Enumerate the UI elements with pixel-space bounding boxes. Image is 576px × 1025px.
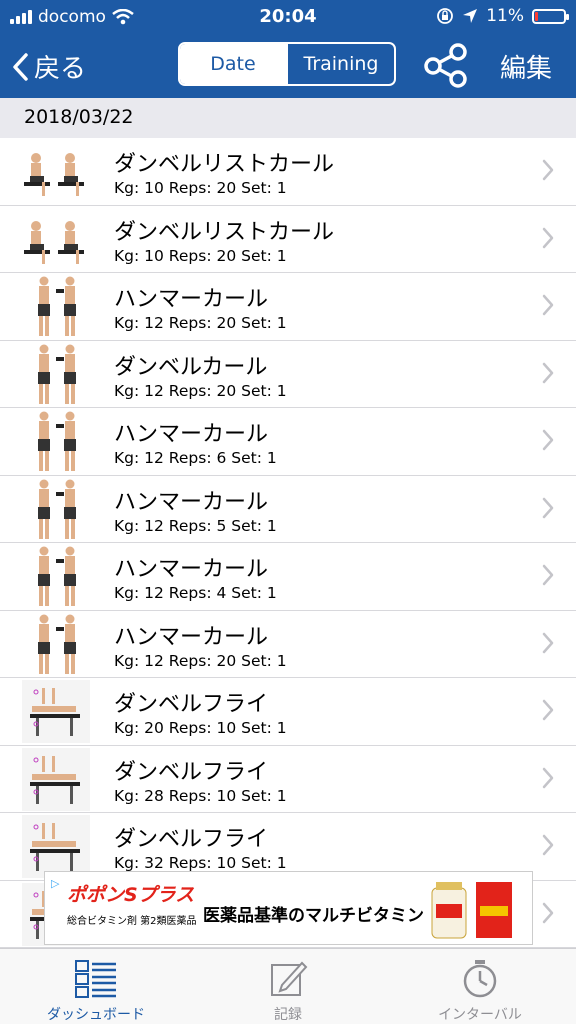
battery-icon — [532, 8, 569, 24]
chevron-right-icon — [542, 497, 554, 518]
view-segmented-control: Date Training — [178, 42, 396, 86]
exercise-name: ハンマーカール — [114, 624, 269, 650]
exercise-row[interactable]: ダンベルフライ Kg: 20 Reps: 10 Set: 1 — [0, 678, 576, 746]
exercise-detail: Kg: 12 Reps: 6 Set: 1 — [114, 449, 277, 467]
exercise-detail: Kg: 32 Reps: 10 Set: 1 — [114, 854, 287, 872]
share-icon[interactable] — [420, 39, 472, 91]
exercise-detail: Kg: 20 Reps: 10 Set: 1 — [114, 719, 287, 737]
tab-record[interactable]: 記録 — [192, 949, 384, 1025]
exercise-name: ハンマーカール — [114, 287, 269, 312]
exercise-row[interactable]: ハンマーカール Kg: 12 Reps: 20 Set: 1 — [0, 611, 576, 678]
exercise-row[interactable]: ダンベルリストカール Kg: 10 Reps: 20 Set: 1 — [0, 206, 576, 273]
exercise-name: ダンベルフライ — [114, 692, 269, 717]
chevron-right-icon — [542, 429, 554, 451]
date-section-header: 2018/03/22 — [0, 98, 576, 138]
exercise-thumbnail — [38, 479, 76, 539]
section-date: 2018/03/22 — [24, 106, 134, 128]
stopwatch-icon — [463, 960, 497, 998]
chevron-right-icon — [542, 564, 554, 586]
chevron-left-icon — [13, 52, 28, 81]
chevron-right-icon — [542, 902, 554, 923]
ad-subtitle: 総合ビタミン剤 第2類医薬品 — [67, 916, 197, 927]
exercise-name: ハンマーカール — [114, 557, 269, 582]
exercise-list: ダンベルリストカール Kg: 10 Reps: 20 Set: 1 ダンベルリスト… — [0, 138, 576, 948]
dashboard-icon — [75, 960, 116, 998]
chevron-right-icon — [542, 227, 554, 248]
exercise-thumbnail — [24, 153, 84, 196]
tab-interval-label: インターバル — [438, 1007, 522, 1023]
back-label: 戻る — [34, 54, 87, 84]
exercise-row[interactable]: ハンマーカール Kg: 12 Reps: 6 Set: 1 — [0, 408, 576, 476]
exercise-row[interactable]: ハンマーカール Kg: 12 Reps: 20 Set: 1 — [0, 273, 576, 341]
exercise-name: ダンベルリストカール — [114, 219, 335, 245]
exercise-row[interactable]: ハンマーカール Kg: 12 Reps: 4 Set: 1 — [0, 543, 576, 611]
nav-row: 戻る Date Training 編集 — [0, 34, 576, 98]
segment-date[interactable]: Date — [180, 44, 286, 84]
exercise-row[interactable]: ハンマーカール Kg: 12 Reps: 5 Set: 1 — [0, 476, 576, 543]
chevron-right-icon — [542, 834, 554, 856]
exercise-detail: Kg: 12 Reps: 20 Set: 1 — [114, 314, 287, 332]
advertisement-banner[interactable]: ▷ ポポンSプラス 総合ビタミン剤 第2類医薬品 医薬品基準のマルチビタミン — [44, 871, 533, 945]
exercise-thumbnail — [22, 680, 90, 743]
exercise-name: ダンベルフライ — [114, 827, 269, 852]
edit-record-icon — [271, 961, 308, 996]
location-icon — [463, 9, 478, 23]
exercise-name: ダンベルカール — [114, 354, 268, 380]
tab-dashboard-label: ダッシュボード — [47, 1007, 145, 1023]
exercise-name: ハンマーカール — [114, 422, 269, 447]
rotation-lock-icon — [437, 8, 454, 24]
chevron-right-icon — [542, 362, 554, 383]
exercise-name: ダンベルリストカール — [114, 152, 335, 177]
ad-brand: ポポンSプラス — [67, 884, 195, 906]
chevron-right-icon — [542, 159, 554, 181]
vitamin-bottle-image — [431, 882, 512, 939]
exercise-detail: Kg: 10 Reps: 20 Set: 1 — [114, 179, 287, 197]
exercise-name: ハンマーカール — [114, 489, 269, 515]
exercise-thumbnail — [22, 747, 90, 811]
exercise-detail: Kg: 12 Reps: 20 Set: 1 — [114, 381, 287, 400]
chevron-right-icon — [542, 699, 554, 721]
ad-choices-icon[interactable]: ▷ — [51, 877, 59, 890]
chevron-right-icon — [542, 767, 554, 788]
exercise-name: ダンベルフライ — [114, 759, 269, 785]
exercise-detail: Kg: 10 Reps: 20 Set: 1 — [114, 246, 287, 265]
exercise-row[interactable]: ダンベルフライ Kg: 28 Reps: 10 Set: 1 — [0, 746, 576, 813]
tab-record-label: 記録 — [274, 1007, 302, 1023]
edit-button[interactable]: 編集 — [500, 48, 552, 85]
exercise-thumbnail — [38, 344, 76, 404]
exercise-thumbnail — [38, 614, 76, 674]
navigation-bar: docomo 20:04 11% 戻る Date Training 編集 — [0, 0, 576, 98]
ad-tagline: 医薬品基準のマルチビタミン — [203, 906, 424, 926]
chevron-right-icon — [542, 294, 554, 316]
status-bar: docomo 20:04 11% — [0, 0, 576, 34]
exercise-row[interactable]: ダンベルカール Kg: 12 Reps: 20 Set: 1 — [0, 341, 576, 408]
exercise-detail: Kg: 12 Reps: 4 Set: 1 — [114, 584, 277, 602]
chevron-right-icon — [542, 632, 554, 653]
segment-training[interactable]: Training — [286, 44, 394, 84]
exercise-row[interactable]: ダンベルリストカール Kg: 10 Reps: 20 Set: 1 — [0, 138, 576, 206]
exercise-thumbnail — [38, 276, 76, 336]
exercise-detail: Kg: 12 Reps: 5 Set: 1 — [114, 516, 277, 535]
exercise-detail: Kg: 12 Reps: 20 Set: 1 — [114, 651, 287, 670]
exercise-thumbnail — [38, 546, 76, 606]
tab-bar: ダッシュボード 記録 インターバル — [0, 948, 576, 1024]
tab-interval[interactable]: インターバル — [384, 949, 576, 1025]
exercise-detail: Kg: 28 Reps: 10 Set: 1 — [114, 786, 287, 805]
tab-dashboard[interactable]: ダッシュボード — [0, 949, 192, 1025]
exercise-thumbnail — [22, 815, 90, 878]
status-right: 11% — [436, 6, 569, 26]
back-button[interactable]: 戻る — [12, 48, 86, 85]
exercise-thumbnail — [24, 220, 84, 264]
exercise-thumbnail — [38, 411, 76, 471]
battery-percent: 11% — [486, 6, 524, 26]
